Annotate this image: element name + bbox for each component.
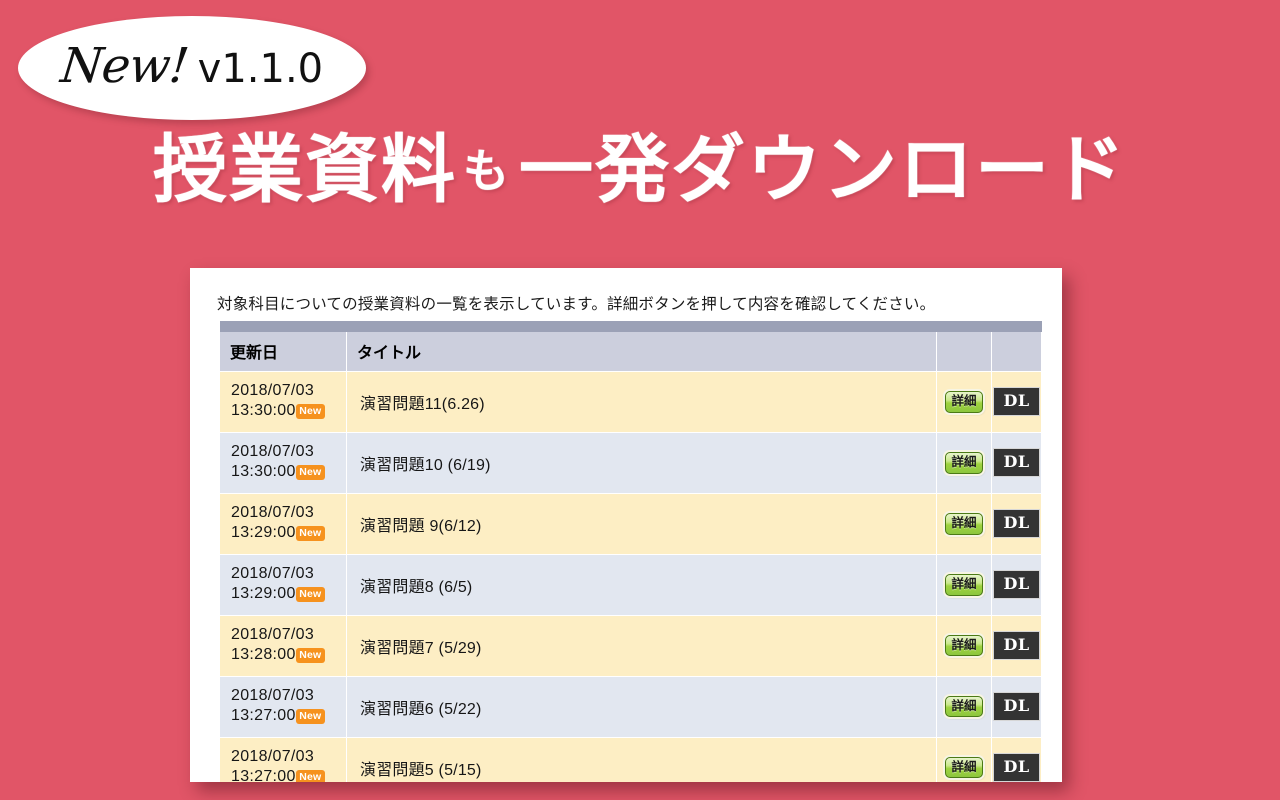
- material-title: 演習問題5 (5/15): [360, 761, 482, 779]
- version-badge: New! v1.1.0: [18, 16, 366, 120]
- updated-date: 2018/07/03: [231, 382, 315, 399]
- materials-table-body: 2018/07/03 13:30:00 New 演習問題11(6.26) 詳細 DL 201…: [219, 371, 1042, 782]
- detail-button[interactable]: 詳細: [945, 452, 983, 474]
- updated-time: 13:30:00: [231, 402, 296, 420]
- cell-title: 演習問題5 (5/15): [346, 736, 937, 782]
- table-row: 2018/07/03 13:27:00 New 演習問題6 (5/22) 詳細 DL: [219, 675, 1042, 738]
- new-badge-icon: New: [295, 769, 325, 782]
- table-row: 2018/07/03 13:29:00 New 演習問題8 (6/5) 詳細 DL: [219, 553, 1042, 616]
- cell-detail-button: 詳細: [936, 614, 992, 677]
- table-row: 2018/07/03 13:27:00 New 演習問題5 (5/15) 詳細 DL: [219, 736, 1042, 782]
- updated-time: 13:29:00: [231, 524, 296, 542]
- cell-updated-date: 2018/07/03 13:28:00 New: [219, 614, 347, 677]
- headline-particle: も: [463, 144, 509, 198]
- cell-title: 演習問題11(6.26): [346, 371, 937, 433]
- materials-description: 対象科目についての授業資料の一覧を表示しています。詳細ボタンを押して内容を確認し…: [217, 296, 936, 313]
- material-title: 演習問題10 (6/19): [360, 456, 491, 474]
- screenshot-card: 対象科目についての授業資料の一覧を表示しています。詳細ボタンを押して内容を確認し…: [190, 268, 1062, 782]
- updated-time: 13:28:00: [231, 646, 296, 664]
- cell-updated-date: 2018/07/03 13:27:00 New: [219, 736, 347, 782]
- cell-updated-date: 2018/07/03 13:27:00 New: [219, 675, 347, 738]
- detail-button[interactable]: 詳細: [945, 513, 983, 535]
- cell-download-button: DL: [991, 431, 1042, 494]
- new-badge-icon: New: [295, 586, 325, 603]
- material-title: 演習問題11(6.26): [360, 395, 485, 413]
- material-title: 演習問題6 (5/22): [360, 700, 482, 718]
- page-headline: 授業資料も一発ダウンロード: [0, 133, 1280, 207]
- cell-detail-button: 詳細: [936, 675, 992, 738]
- materials-table: 更新日 タイトル 2018/07/03 13:30:00 New 演習問題11(6.2…: [219, 321, 1042, 782]
- cell-download-button: DL: [991, 492, 1042, 555]
- updated-time: 13:27:00: [231, 768, 296, 782]
- cell-updated-date: 2018/07/03 13:30:00 New: [219, 431, 347, 494]
- cell-detail-button: 詳細: [936, 553, 992, 616]
- updated-time: 13:30:00: [231, 463, 296, 481]
- download-button[interactable]: DL: [993, 387, 1040, 417]
- detail-button[interactable]: 詳細: [945, 634, 983, 657]
- cell-updated-date: 2018/07/03 13:29:00 New: [219, 553, 347, 616]
- updated-time: 13:27:00: [231, 707, 296, 725]
- download-button[interactable]: DL: [993, 692, 1040, 722]
- cell-detail-button: 詳細: [936, 492, 992, 555]
- table-row: 2018/07/03 13:30:00 New 演習問題11(6.26) 詳細 DL: [219, 371, 1042, 433]
- headline-part2: 一発ダウンロード: [519, 127, 1127, 213]
- column-header-date[interactable]: 更新日: [219, 332, 347, 372]
- detail-button[interactable]: 詳細: [945, 574, 983, 596]
- column-header-dl: [991, 332, 1042, 372]
- detail-button[interactable]: 詳細: [945, 756, 983, 779]
- new-badge-icon: New: [295, 647, 325, 664]
- detail-button[interactable]: 詳細: [945, 695, 983, 718]
- material-title: 演習問題8 (6/5): [360, 578, 473, 596]
- download-button[interactable]: DL: [993, 509, 1040, 539]
- cell-updated-date: 2018/07/03 13:29:00 New: [219, 492, 347, 555]
- cell-download-button: DL: [991, 614, 1042, 677]
- version-label: v1.1.0: [197, 46, 324, 92]
- headline-part1: 授業資料: [153, 127, 457, 213]
- cell-title: 演習問題 9(6/12): [346, 492, 937, 555]
- detail-button[interactable]: 詳細: [945, 391, 983, 413]
- cell-download-button: DL: [991, 553, 1042, 616]
- updated-date: 2018/07/03: [231, 747, 315, 765]
- cell-detail-button: 詳細: [936, 371, 992, 433]
- cell-download-button: DL: [991, 371, 1042, 433]
- new-badge-icon: New: [295, 708, 325, 725]
- cell-download-button: DL: [991, 675, 1042, 738]
- cell-title: 演習問題7 (5/29): [346, 614, 937, 677]
- cell-title: 演習問題6 (5/22): [346, 675, 937, 738]
- download-button[interactable]: DL: [993, 570, 1040, 600]
- cell-detail-button: 詳細: [936, 431, 992, 494]
- cell-title: 演習問題10 (6/19): [346, 431, 937, 494]
- updated-date: 2018/07/03: [231, 442, 315, 460]
- updated-date: 2018/07/03: [231, 564, 315, 582]
- column-header-title[interactable]: タイトル: [346, 332, 937, 372]
- new-label: New!: [57, 38, 191, 94]
- column-header-detail: [936, 332, 992, 372]
- cell-title: 演習問題8 (6/5): [346, 553, 937, 616]
- cell-download-button: DL: [991, 736, 1042, 782]
- new-badge-icon: New: [295, 464, 325, 481]
- cell-updated-date: 2018/07/03 13:30:00 New: [219, 371, 347, 433]
- updated-date: 2018/07/03: [231, 686, 315, 704]
- updated-time: 13:29:00: [231, 585, 296, 603]
- table-row: 2018/07/03 13:29:00 New 演習問題 9(6/12) 詳細 DL: [219, 492, 1042, 555]
- download-button[interactable]: DL: [993, 631, 1040, 661]
- table-header-row: 更新日 タイトル: [219, 332, 1042, 372]
- download-button[interactable]: DL: [993, 448, 1040, 478]
- download-button[interactable]: DL: [993, 753, 1040, 782]
- material-title: 演習問題 9(6/12): [360, 517, 482, 535]
- table-row: 2018/07/03 13:30:00 New 演習問題10 (6/19) 詳細 DL: [219, 431, 1042, 494]
- table-top-bar-cell: [219, 321, 1042, 332]
- updated-date: 2018/07/03: [231, 625, 315, 643]
- material-title: 演習問題7 (5/29): [360, 639, 482, 657]
- cell-detail-button: 詳細: [936, 736, 992, 782]
- new-badge-icon: New: [295, 403, 325, 420]
- table-top-bar: [219, 321, 1042, 332]
- updated-date: 2018/07/03: [231, 503, 315, 521]
- table-row: 2018/07/03 13:28:00 New 演習問題7 (5/29) 詳細 DL: [219, 614, 1042, 677]
- new-badge-icon: New: [295, 525, 325, 542]
